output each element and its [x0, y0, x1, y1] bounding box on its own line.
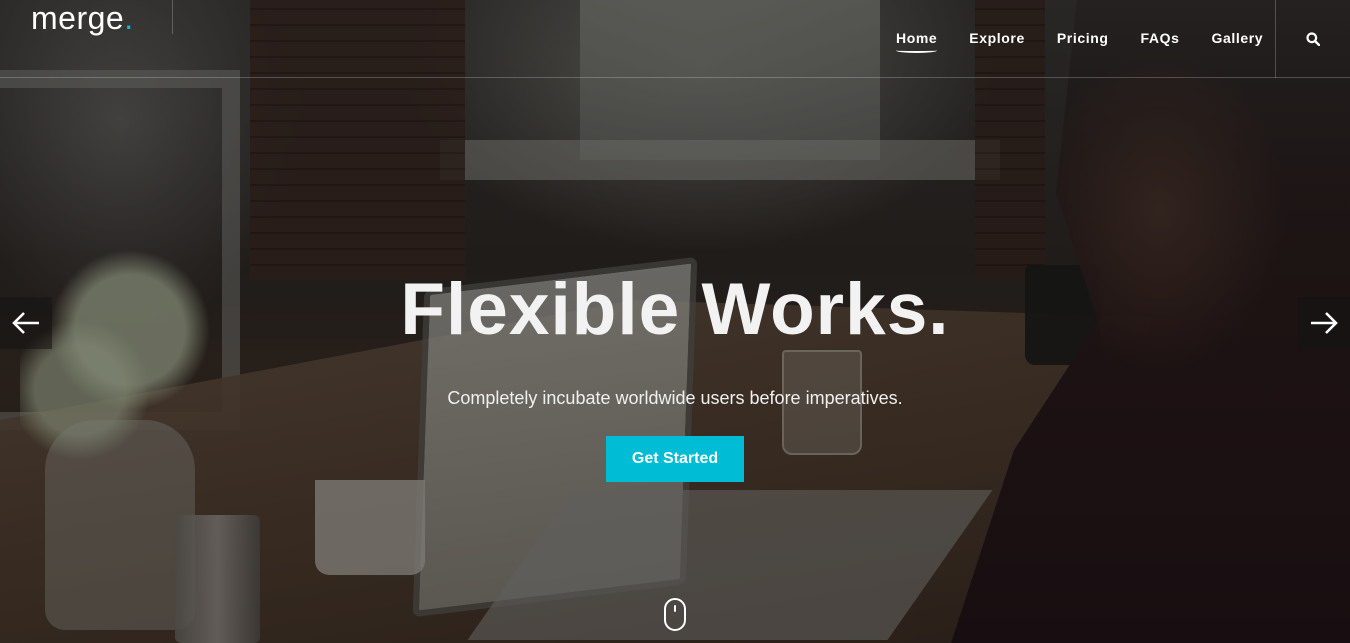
nav-item-pricing[interactable]: Pricing — [1057, 30, 1109, 46]
search-icon — [1306, 32, 1320, 46]
logo-text: merge — [31, 0, 125, 36]
main-nav: Home Explore Pricing FAQs Gallery — [880, 30, 1279, 53]
site-header: merge. Home Explore Pricing FAQs Gallery — [0, 0, 1350, 78]
logo-dot: . — [124, 0, 134, 36]
hero-subtitle: Completely incubate worldwide users befo… — [447, 388, 903, 408]
nav-item-gallery[interactable]: Gallery — [1211, 30, 1263, 46]
logo[interactable]: merge. — [31, 0, 134, 36]
search-button[interactable] — [1275, 0, 1350, 78]
mouse-scroll-icon[interactable] — [664, 598, 686, 631]
logo-divider — [172, 0, 173, 34]
get-started-button[interactable]: Get Started — [606, 436, 744, 482]
nav-item-explore[interactable]: Explore — [969, 30, 1025, 46]
hero-title: Flexible Works. — [400, 269, 950, 350]
nav-item-home[interactable]: Home — [896, 30, 938, 53]
nav-item-faqs[interactable]: FAQs — [1141, 30, 1180, 46]
